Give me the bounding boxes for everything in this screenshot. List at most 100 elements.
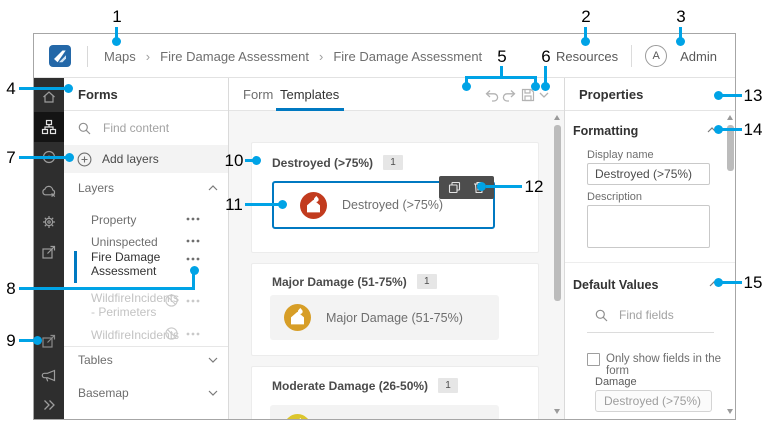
group-title: Major Damage (51-75%) — [272, 274, 407, 289]
divider — [64, 346, 228, 347]
layer-item-property[interactable]: Property — [91, 213, 136, 227]
icon-sidebar — [34, 78, 64, 419]
find-fields-search[interactable] — [595, 307, 701, 323]
tables-section-header[interactable]: Tables — [78, 353, 218, 367]
layer-item-fire-damage-assessment[interactable]: Fire Damage Assessment — [91, 250, 183, 278]
callout-dot — [64, 84, 73, 93]
options-icon[interactable] — [186, 332, 200, 336]
description-textarea[interactable] — [587, 205, 710, 248]
forms-panel: Forms Add layers Layers — [64, 78, 229, 419]
card-label: Major Damage (51-75%) — [326, 310, 463, 325]
add-layers-button[interactable]: Add layers — [64, 145, 228, 173]
damage-field-value[interactable]: Destroyed (>75%) — [595, 390, 712, 412]
redo-icon[interactable] — [501, 87, 517, 103]
options-icon[interactable] — [186, 299, 200, 303]
options-icon[interactable] — [186, 257, 200, 261]
callout-dot — [462, 82, 471, 91]
template-card-moderate-damage[interactable]: Moderate Damage (26-50%) — [270, 405, 499, 419]
template-group-major-damage: Major Damage (51-75%) 1 Major Damage (51… — [251, 263, 539, 356]
search-underline — [587, 332, 714, 333]
undo-icon[interactable] — [484, 87, 500, 103]
template-card-major-damage[interactable]: Major Damage (51-75%) — [270, 295, 499, 340]
scroll-up-arrow[interactable] — [727, 115, 733, 120]
tab-templates[interactable]: Templates — [280, 78, 339, 111]
layers-section-header[interactable]: Layers — [78, 181, 218, 195]
callout-dot — [531, 82, 540, 91]
tab-form[interactable]: Form — [243, 78, 273, 111]
selected-layer-indicator — [74, 251, 77, 283]
only-show-fields-label: Only show fields in the form — [606, 353, 722, 377]
duplicate-icon[interactable] — [448, 181, 461, 194]
find-content-search[interactable] — [78, 120, 195, 136]
options-icon[interactable] — [186, 217, 200, 221]
properties-panel: Properties Formatting Display name Descr… — [564, 78, 735, 419]
user-menu[interactable]: Admin — [680, 49, 717, 64]
scroll-down-arrow[interactable] — [727, 409, 733, 414]
description-label: Description — [587, 191, 643, 203]
header-divider — [631, 45, 633, 67]
callout-line — [722, 281, 742, 284]
avatar[interactable]: A — [645, 45, 668, 67]
only-show-fields-checkbox[interactable] — [587, 353, 600, 366]
search-input[interactable] — [101, 120, 195, 136]
callout-line — [465, 76, 537, 79]
expand-chevrons-icon[interactable] — [34, 390, 64, 419]
card-label: Destroyed (>75%) — [342, 198, 444, 212]
callout-dot — [252, 156, 261, 165]
major-damage-template-icon — [284, 304, 311, 331]
callout-line — [722, 94, 742, 97]
scrollbar-thumb[interactable] — [726, 125, 734, 171]
add-layers-label: Add layers — [102, 152, 159, 166]
callout-dot — [190, 266, 199, 275]
callout-line — [245, 203, 281, 206]
not-allowed-icon — [165, 294, 178, 307]
group-heading: Moderate Damage (26-50%) 1 — [272, 378, 459, 393]
template-group-destroyed: Destroyed (>75%) 1 Destroyed (>75%) — [251, 142, 539, 253]
callout-line — [19, 87, 66, 90]
callout-line — [722, 128, 742, 131]
basemap-section-header[interactable]: Basemap — [78, 386, 218, 400]
forms-panel-header: Forms — [64, 78, 228, 111]
forms-icon[interactable] — [34, 112, 64, 142]
breadcrumb-map-name[interactable]: Fire Damage Assessment — [160, 49, 309, 64]
layer-item-wildfireincidents-perimeters: WildfireIncidents - Perimeters — [91, 291, 179, 319]
display-name-input[interactable] — [587, 163, 710, 185]
scroll-up-arrow[interactable] — [554, 115, 560, 120]
header-divider — [87, 46, 88, 67]
callout-14: 14 — [743, 120, 763, 139]
formatting-section-label: Formatting — [573, 124, 639, 138]
properties-panel-title: Properties — [579, 86, 644, 102]
callout-3: 3 — [676, 7, 686, 26]
active-tab-indicator — [276, 108, 344, 111]
breadcrumb-current-page: Fire Damage Assessment — [333, 48, 483, 64]
display-name-label: Display name — [587, 149, 654, 161]
app-logo[interactable] — [49, 45, 71, 67]
scrollbar-thumb[interactable] — [553, 125, 561, 301]
breadcrumb-separator: › — [318, 48, 324, 64]
options-icon[interactable] — [186, 239, 200, 243]
find-fields-input[interactable] — [617, 307, 701, 323]
resources-link[interactable]: Resources — [556, 49, 618, 64]
destroyed-template-icon — [300, 191, 327, 219]
callout-2: 2 — [581, 7, 591, 26]
callout-7: 7 — [6, 148, 16, 167]
breadcrumb: Maps › Fire Damage Assessment › Fire Dam… — [104, 34, 482, 78]
share-icon[interactable] — [34, 237, 64, 267]
properties-scrollbar[interactable] — [726, 111, 734, 419]
callout-dot — [112, 37, 121, 46]
count-badge: 1 — [383, 155, 404, 170]
tab-bar: Form Templates — [229, 78, 564, 111]
chevron-down-icon — [208, 357, 218, 363]
feedback-megaphone-icon[interactable] — [34, 361, 64, 391]
templates-scrollbar[interactable] — [553, 111, 561, 419]
scroll-down-arrow[interactable] — [554, 409, 560, 414]
layer-item-uninspected[interactable]: Uninspected — [91, 235, 158, 249]
not-allowed-icon — [165, 327, 178, 340]
offline-cloud-icon[interactable] — [34, 177, 64, 207]
settings-gear-icon[interactable] — [34, 207, 64, 237]
chevron-down-icon — [208, 390, 218, 396]
group-title: Destroyed (>75%) — [272, 155, 374, 170]
callout-dot — [278, 200, 287, 209]
callout-9: 9 — [6, 331, 16, 350]
breadcrumb-maps[interactable]: Maps — [104, 49, 136, 64]
